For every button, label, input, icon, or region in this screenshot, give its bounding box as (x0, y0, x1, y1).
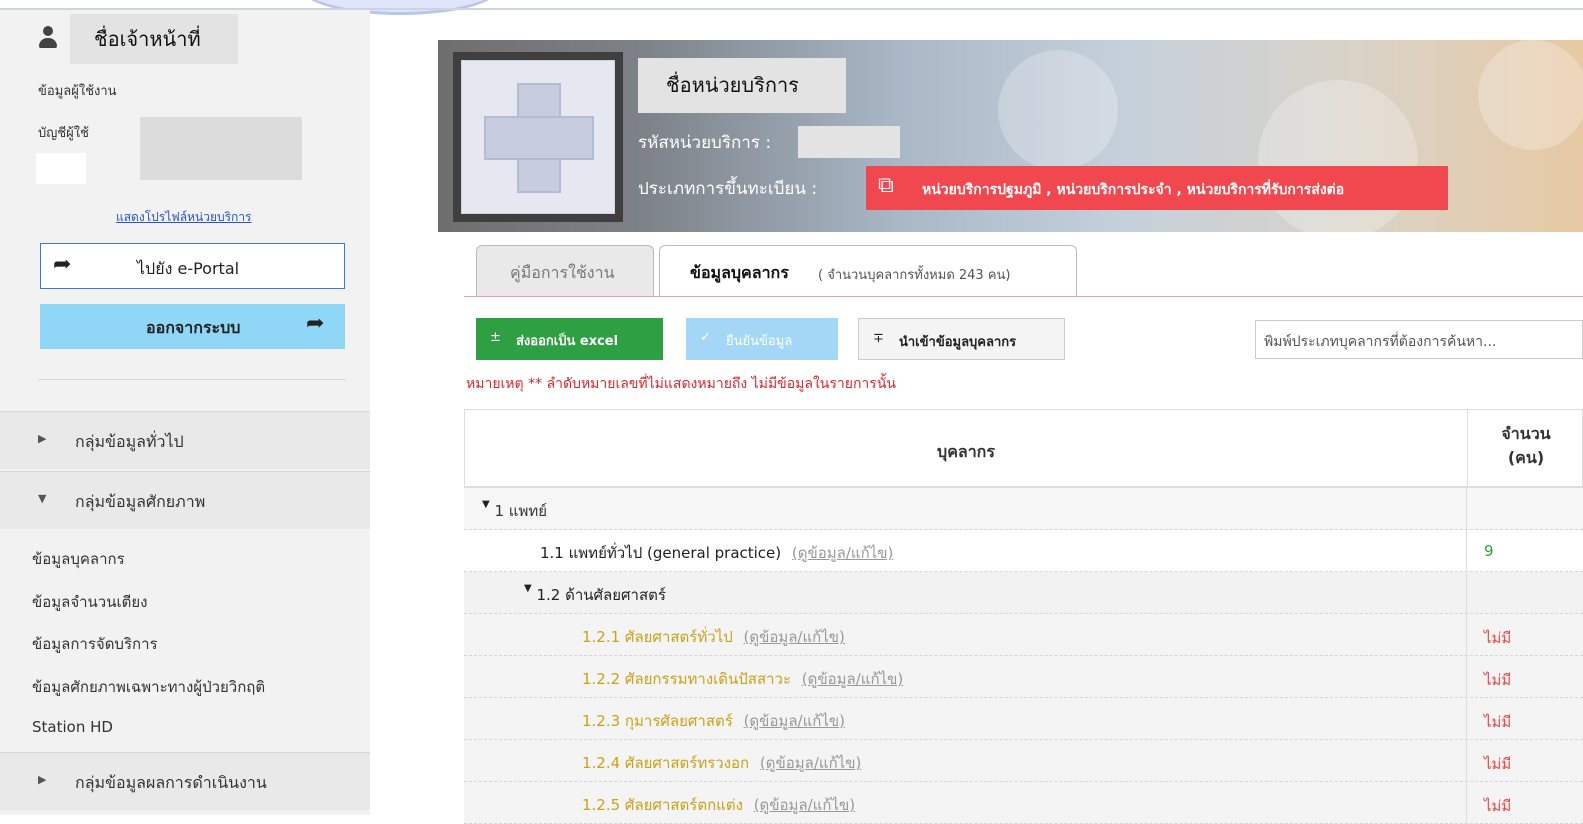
col-count-header: จำนวน (คน) (1467, 410, 1583, 487)
edit-link[interactable]: (ดูข้อมูล/แก้ไข) (760, 754, 861, 772)
col-personnel-header: บุคลากร (937, 442, 995, 461)
edit-link[interactable]: (ดูข้อมูล/แก้ไข) (802, 670, 903, 688)
logout-button[interactable]: ออกจากระบบ ➦ (40, 304, 345, 349)
user-icon (38, 26, 58, 50)
unit-code-redacted (798, 126, 900, 158)
main-content: ชื่อหน่วยบริการ รหัสหน่วยบริการ : ประเภท… (438, 40, 1583, 824)
table-row[interactable]: 1.2.5 ศัลยศาสตร์ตกแต่ง (ดูข้อมูล/แก้ไข) … (464, 782, 1583, 824)
table-row[interactable]: ▼ 1.2 ด้านศัลยศาสตร์ (464, 572, 1583, 614)
table-header: บุคลากร จำนวน (คน) (464, 409, 1583, 488)
external-link-icon: ⧉ (878, 173, 894, 198)
sidebar: ชื่อเจ้าหน้าที่ ข้อมูลผู้ใช้งาน บัญชีผู้… (0, 10, 370, 815)
officer-name: ชื่อเจ้าหน้าที่ (70, 14, 238, 64)
registration-type-label: ประเภทการขึ้นทะเบียน : (638, 179, 818, 199)
table-row[interactable]: 1.2.3 กุมารศัลยศาสตร์ (ดูข้อมูล/แก้ไข) ไ… (464, 698, 1583, 740)
eportal-label: ไปยัง e-Portal (137, 259, 240, 278)
account-label: บัญชีผู้ใช้ (38, 126, 89, 141)
tab-manual[interactable]: คู่มือการใช้งาน (476, 245, 654, 297)
profile-link[interactable]: แสดงโปรไฟล์หน่วยบริการ (116, 208, 252, 227)
sidebar-item-services[interactable]: ข้อมูลการจัดบริการ (32, 632, 158, 656)
account-value-redacted (140, 117, 302, 180)
table-note: หมายเหตุ ** ลำดับหมายเลขที่ไม่แสดงหมายถึ… (466, 376, 896, 392)
user-info-label: ข้อมูลผู้ใช้งาน (38, 84, 117, 99)
sidebar-group-performance[interactable]: ▶ กลุ่มข้อมูลผลการดำเนินงาน (0, 752, 370, 810)
sidebar-item-station-hd[interactable]: Station HD (32, 718, 113, 736)
user-header: ชื่อเจ้าหน้าที่ (0, 10, 370, 66)
import-personnel-button[interactable]: ∓ นำเข้าข้อมูลบุคลากร (858, 318, 1065, 360)
sidebar-item-personnel[interactable]: ข้อมูลบุคลากร (32, 547, 125, 571)
edit-link[interactable]: (ดูข้อมูล/แก้ไข) (792, 544, 893, 562)
check-icon: ✓ (700, 330, 711, 345)
tab-personnel[interactable]: ข้อมูลบุคลากร ( จำนวนบุคลากรทั้งหมด 243 … (659, 245, 1077, 297)
logout-label: ออกจากระบบ (146, 318, 241, 337)
table-row[interactable]: 1.2.2 ศัลยกรรมทางเดินปัสสาวะ (ดูข้อมูล/แ… (464, 656, 1583, 698)
export-excel-button[interactable]: ± ส่งออกเป็น excel (476, 318, 663, 360)
edit-link[interactable]: (ดูข้อมูล/แก้ไข) (754, 796, 855, 814)
edit-link[interactable]: (ดูข้อมูล/แก้ไข) (744, 712, 845, 730)
personnel-search-input[interactable]: พิมพ์ประเภทบุคลากรที่ต้องการค้นหา... (1255, 320, 1583, 359)
unit-name: ชื่อหน่วยบริการ (638, 58, 846, 113)
sidebar-item-beds[interactable]: ข้อมูลจำนวนเตียง (32, 590, 147, 614)
table-row[interactable]: 1.2.4 ศัลยศาสตร์ทรวงอก (ดูข้อมูล/แก้ไข) … (464, 740, 1583, 782)
sidebar-item-critical-care[interactable]: ข้อมูลศักยภาพเฉพาะทางผู้ป่วยวิกฤติ (32, 675, 265, 699)
caret-down-icon: ▼ (482, 499, 490, 510)
eportal-button[interactable]: ➦ ไปยัง e-Portal (40, 243, 345, 289)
table-row[interactable]: ▼ 1 แพทย์ (464, 488, 1583, 530)
table-row[interactable]: 1.1 แพทย์ทั่วไป (general practice) (ดูข้… (464, 530, 1583, 572)
edit-link[interactable]: (ดูข้อมูล/แก้ไข) (744, 628, 845, 646)
table-row[interactable]: 1.2.1 ศัลยศาสตร์ทั่วไป (ดูข้อมูล/แก้ไข) … (464, 614, 1583, 656)
upload-icon: ∓ (873, 331, 884, 346)
unit-code-label: รหัสหน่วยบริการ : (638, 133, 772, 153)
registration-type-badge[interactable]: ⧉ หน่วยบริการปฐมภูมิ , หน่วยบริการประจำ … (866, 166, 1448, 210)
confirm-data-button[interactable]: ✓ ยืนยันข้อมูล (686, 318, 838, 360)
tab-underline (464, 296, 1583, 297)
sidebar-group-general[interactable]: ▶ กลุ่มข้อมูลทั่วไป (0, 411, 370, 469)
caret-down-icon: ▼ (38, 492, 47, 505)
unit-logo (453, 52, 623, 222)
account-extra-redacted (36, 153, 86, 184)
sidebar-divider (38, 379, 346, 380)
sign-in-icon: ➦ (53, 252, 72, 277)
unit-banner: ชื่อหน่วยบริการ รหัสหน่วยบริการ : ประเภท… (438, 40, 1583, 240)
sign-out-icon: ➦ (306, 311, 325, 336)
caret-down-icon: ▼ (524, 583, 532, 594)
caret-right-icon: ▶ (38, 773, 47, 786)
download-icon: ± (490, 330, 501, 345)
caret-right-icon: ▶ (38, 432, 47, 445)
sidebar-group-capacity[interactable]: ▼ กลุ่มข้อมูลศักยภาพ (0, 471, 370, 529)
